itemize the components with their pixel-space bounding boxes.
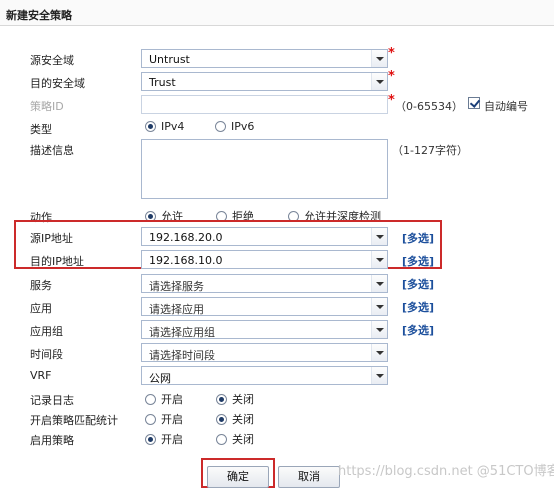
chevron-down-icon[interactable] xyxy=(371,275,387,292)
src-ip-label: 源IP地址 xyxy=(30,232,73,245)
service-label: 服务 xyxy=(30,279,52,292)
radio-dot-icon xyxy=(216,433,227,445)
watermark: https://blog.csdn.net @51CTO博客 xyxy=(338,464,554,479)
match-stats-label: 开启策略匹配统计 xyxy=(30,414,118,427)
service-multiselect-link[interactable]: [多选] xyxy=(402,276,434,292)
dialog-title: 新建安全策略 xyxy=(6,9,72,22)
time-range-select[interactable]: 请选择时间段 xyxy=(141,343,388,362)
dialog-title-bar: 新建安全策略 xyxy=(0,0,554,26)
enable-policy-on-radio[interactable]: 开启 xyxy=(145,431,183,447)
chevron-down-icon[interactable] xyxy=(371,298,387,315)
dst-zone-value: Trust xyxy=(149,76,176,89)
policy-id-label: 策略ID xyxy=(30,100,64,113)
service-select[interactable]: 请选择服务 xyxy=(141,274,388,293)
src-ip-multiselect-link[interactable]: [多选] xyxy=(402,230,434,246)
type-ipv6-label: IPv6 xyxy=(231,120,255,133)
time-range-label: 时间段 xyxy=(30,348,63,361)
dst-ip-label: 目的IP地址 xyxy=(30,255,84,268)
chevron-down-icon[interactable] xyxy=(371,321,387,338)
chevron-down-icon[interactable] xyxy=(371,50,387,67)
type-ipv4-label: IPv4 xyxy=(161,120,185,133)
required-asterisk: * xyxy=(388,46,395,61)
match-stats-on-radio[interactable]: 开启 xyxy=(145,411,183,427)
dst-zone-label: 目的安全域 xyxy=(30,77,85,90)
description-hint: （1-127字符） xyxy=(392,144,468,157)
radio-dot-icon xyxy=(216,413,227,425)
chevron-down-icon[interactable] xyxy=(371,228,387,245)
radio-dot-icon xyxy=(145,413,156,425)
vrf-label: VRF xyxy=(30,369,52,382)
required-asterisk: * xyxy=(388,93,395,108)
required-asterisk: * xyxy=(388,69,395,84)
radio-dot-icon xyxy=(145,433,156,445)
application-label: 应用 xyxy=(30,302,52,315)
app-group-select[interactable]: 请选择应用组 xyxy=(141,320,388,339)
application-multiselect-link[interactable]: [多选] xyxy=(402,299,434,315)
new-security-policy-dialog: 新建安全策略 源安全域 Untrust * 目的安全域 Trust * 策略ID… xyxy=(0,0,554,488)
match-stats-on-label: 开启 xyxy=(161,413,183,426)
src-zone-label: 源安全域 xyxy=(30,54,74,67)
logging-on-radio[interactable]: 开启 xyxy=(145,391,183,407)
src-ip-value: 192.168.20.0 xyxy=(149,231,223,244)
enable-policy-off-label: 关闭 xyxy=(232,433,254,446)
radio-dot-icon xyxy=(145,393,156,405)
policy-id-range-hint: （0-65534） xyxy=(395,100,463,113)
type-ipv6-radio[interactable]: IPv6 xyxy=(215,120,254,133)
chevron-down-icon[interactable] xyxy=(371,344,387,361)
time-range-value: 请选择时间段 xyxy=(149,349,215,362)
match-stats-off-radio[interactable]: 关闭 xyxy=(216,411,254,427)
app-group-label: 应用组 xyxy=(30,325,63,338)
ok-button[interactable]: 确定 xyxy=(207,466,269,488)
logging-on-label: 开启 xyxy=(161,393,183,406)
policy-id-input[interactable] xyxy=(141,95,388,114)
logging-label: 记录日志 xyxy=(30,394,74,407)
auto-number-label: 自动编号 xyxy=(484,100,528,113)
application-value: 请选择应用 xyxy=(149,303,204,316)
chevron-down-icon[interactable] xyxy=(371,73,387,90)
cancel-button[interactable]: 取消 xyxy=(278,466,340,488)
chevron-down-icon[interactable] xyxy=(371,251,387,268)
description-label: 描述信息 xyxy=(30,144,74,157)
src-zone-select[interactable]: Untrust xyxy=(141,49,388,68)
type-label: 类型 xyxy=(30,123,52,136)
vrf-value: 公网 xyxy=(149,372,171,385)
logging-off-label: 关闭 xyxy=(232,393,254,406)
radio-dot-icon xyxy=(145,121,156,132)
radio-dot-icon xyxy=(216,393,227,405)
app-group-value: 请选择应用组 xyxy=(149,326,215,339)
match-stats-off-label: 关闭 xyxy=(232,413,254,426)
dst-ip-multiselect-link[interactable]: [多选] xyxy=(402,253,434,269)
src-zone-value: Untrust xyxy=(149,53,190,66)
radio-dot-icon xyxy=(215,121,226,132)
type-ipv4-radio[interactable]: IPv4 xyxy=(145,120,184,133)
description-textarea[interactable] xyxy=(141,139,388,199)
enable-policy-off-radio[interactable]: 关闭 xyxy=(216,431,254,447)
auto-number-checkbox[interactable] xyxy=(468,97,480,109)
dst-zone-select[interactable]: Trust xyxy=(141,72,388,91)
service-value: 请选择服务 xyxy=(149,280,204,293)
app-group-multiselect-link[interactable]: [多选] xyxy=(402,322,434,338)
chevron-down-icon[interactable] xyxy=(371,367,387,384)
logging-off-radio[interactable]: 关闭 xyxy=(216,391,254,407)
src-ip-select[interactable]: 192.168.20.0 xyxy=(141,227,388,246)
vrf-select[interactable]: 公网 xyxy=(141,366,388,385)
enable-policy-on-label: 开启 xyxy=(161,433,183,446)
application-select[interactable]: 请选择应用 xyxy=(141,297,388,316)
dst-ip-select[interactable]: 192.168.10.0 xyxy=(141,250,388,269)
dst-ip-value: 192.168.10.0 xyxy=(149,254,223,267)
enable-policy-label: 启用策略 xyxy=(30,434,74,447)
